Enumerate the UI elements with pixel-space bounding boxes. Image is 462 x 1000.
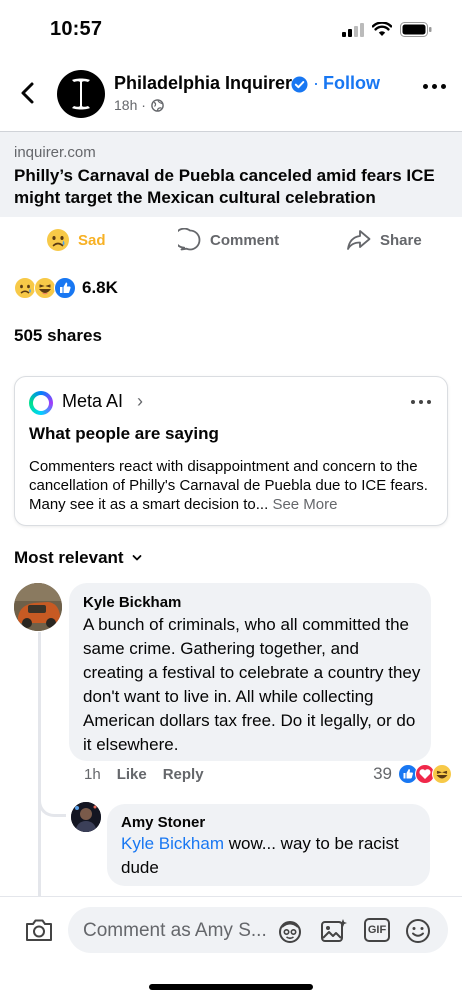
sad-emoji-icon bbox=[47, 229, 69, 251]
share-button[interactable]: Share bbox=[346, 228, 422, 252]
meta-ai-summary: Commenters react with disappointment and… bbox=[29, 457, 439, 514]
post-action-bar: Sad Comment Share bbox=[0, 220, 462, 264]
post-age: 18h · bbox=[114, 97, 146, 113]
avatar[interactable] bbox=[14, 583, 62, 631]
globe-icon bbox=[151, 98, 164, 112]
back-button[interactable] bbox=[16, 80, 42, 106]
page-name[interactable]: Philadelphia Inquirer bbox=[114, 73, 292, 94]
sad-reaction-button[interactable]: Sad bbox=[46, 228, 106, 252]
comment-input[interactable]: Comment as Amy S... GIF bbox=[68, 907, 448, 953]
reply-bubble[interactable]: Amy Stoner Kyle Bickham wow... way to be… bbox=[107, 804, 430, 886]
comment-text: A bunch of criminals, who all committed … bbox=[83, 615, 421, 754]
verified-badge-icon bbox=[291, 76, 308, 98]
status-bar: 10:57 bbox=[0, 0, 462, 56]
separator-dot: · bbox=[313, 73, 319, 93]
meta-ai-logo-icon bbox=[29, 391, 53, 415]
thread-line bbox=[38, 632, 41, 896]
share-label: Share bbox=[380, 231, 422, 249]
battery-icon bbox=[400, 22, 432, 37]
image-ai-icon[interactable] bbox=[320, 918, 348, 944]
sad-emoji-icon bbox=[14, 277, 36, 299]
meta-ai-summary-card[interactable]: Meta AI › What people are saying Comment… bbox=[14, 376, 448, 526]
haha-emoji-icon bbox=[432, 764, 452, 784]
gif-label: GIF bbox=[367, 924, 387, 936]
chevron-down-icon bbox=[132, 555, 141, 561]
comment-like-button[interactable]: Like bbox=[117, 766, 147, 783]
status-time: 10:57 bbox=[50, 18, 103, 40]
reply-text: Kyle Bickham wow... way to be racist dud… bbox=[121, 832, 421, 880]
inquirer-logo-icon bbox=[72, 78, 90, 110]
comment-reactions[interactable]: 39 bbox=[373, 764, 452, 784]
comment-placeholder: Comment as Amy S... bbox=[83, 920, 267, 941]
comment-label: Comment bbox=[210, 231, 280, 249]
haha-emoji-icon bbox=[34, 277, 56, 299]
more-options-icon[interactable] bbox=[423, 84, 446, 89]
mention-link[interactable]: Kyle Bickham bbox=[121, 834, 224, 853]
comment-reply-button[interactable]: Reply bbox=[163, 766, 204, 783]
kyle-avatar-photo bbox=[14, 583, 62, 631]
emoji-icon[interactable] bbox=[405, 918, 431, 944]
chevron-right-icon: › bbox=[137, 391, 143, 411]
comment-bubble-icon bbox=[178, 228, 201, 251]
comment-button[interactable]: Comment bbox=[178, 228, 279, 252]
chevron-left-icon bbox=[21, 82, 34, 104]
reaction-summary[interactable]: 6.8K bbox=[14, 277, 118, 299]
comment-meta: 1h Like Reply bbox=[84, 766, 204, 783]
amy-avatar-photo bbox=[71, 802, 101, 832]
see-more-link[interactable]: See More bbox=[272, 496, 337, 513]
page-avatar[interactable] bbox=[57, 70, 105, 118]
reaction-count: 6.8K bbox=[82, 278, 118, 297]
share-arrow-icon bbox=[347, 230, 371, 250]
post-time: 18h · bbox=[114, 97, 164, 113]
camera-icon bbox=[26, 919, 52, 941]
cellular-signal-icon bbox=[342, 22, 364, 37]
comment-composer: Comment as Amy S... GIF bbox=[0, 896, 462, 1000]
link-domain: inquirer.com bbox=[14, 144, 96, 161]
like-thumb-icon bbox=[54, 277, 76, 299]
status-icons bbox=[342, 22, 432, 37]
gif-icon[interactable]: GIF bbox=[364, 918, 390, 942]
sort-label: Most relevant bbox=[14, 548, 124, 567]
follow-button[interactable]: Follow bbox=[323, 73, 380, 94]
meta-ai-more-icon[interactable] bbox=[411, 400, 431, 404]
share-count[interactable]: 505 shares bbox=[14, 326, 102, 346]
comment-author[interactable]: Kyle Bickham bbox=[83, 594, 181, 611]
comment-bubble[interactable]: Kyle Bickham A bunch of criminals, who a… bbox=[69, 583, 431, 761]
reply-author[interactable]: Amy Stoner bbox=[121, 814, 205, 831]
camera-button[interactable] bbox=[24, 917, 54, 948]
avatar[interactable] bbox=[71, 802, 101, 832]
wifi-icon bbox=[372, 22, 392, 36]
link-title: Philly’s Carnaval de Puebla canceled ami… bbox=[14, 166, 435, 207]
comment-reaction-count: 39 bbox=[373, 764, 392, 783]
meta-ai-summary-text: Commenters react with disappointment and… bbox=[29, 458, 428, 513]
post-header: Philadelphia Inquirer · Follow 18h · bbox=[0, 60, 462, 128]
meta-ai-title: Meta AI bbox=[62, 391, 124, 411]
reply-connector bbox=[38, 795, 66, 817]
meta-ai-heading: What people are saying bbox=[29, 424, 219, 443]
comment-time: 1h bbox=[84, 766, 101, 783]
avatar-sticker-icon[interactable] bbox=[277, 918, 303, 944]
link-preview[interactable]: inquirer.com Philly’s Carnaval de Puebla… bbox=[0, 131, 462, 217]
sad-label: Sad bbox=[78, 231, 106, 249]
home-indicator[interactable] bbox=[149, 984, 313, 990]
comment-sort-dropdown[interactable]: Most relevant bbox=[14, 548, 142, 568]
